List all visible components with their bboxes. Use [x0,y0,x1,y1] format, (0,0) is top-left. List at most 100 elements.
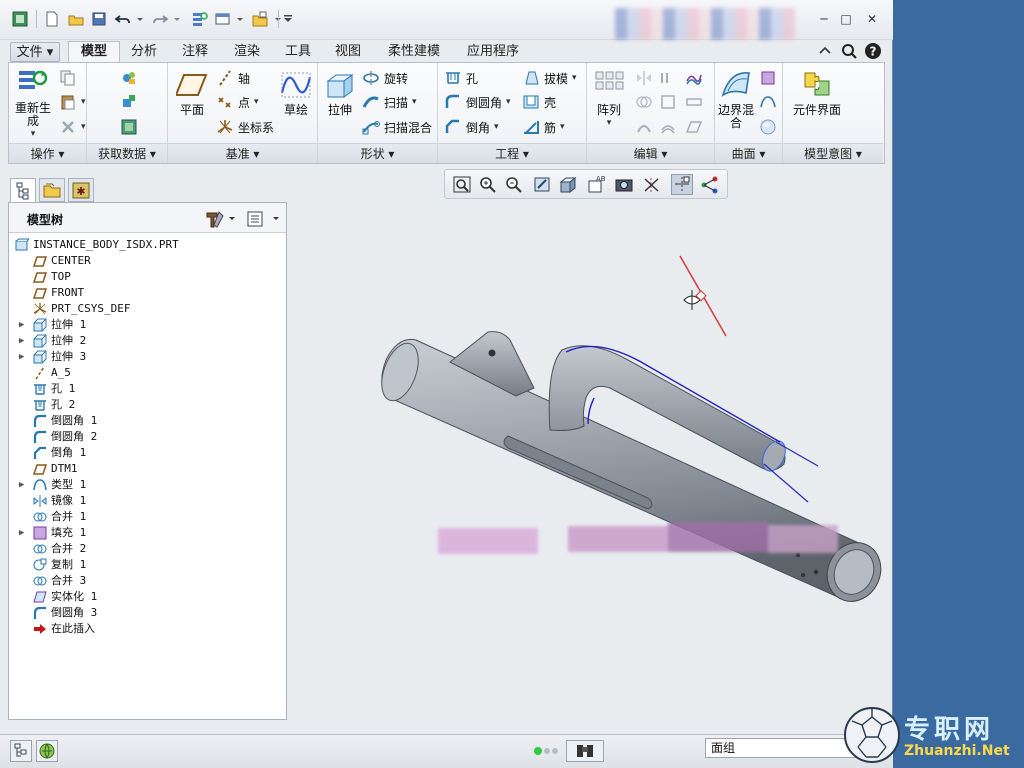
expand-arrow-icon[interactable]: ▶ [19,317,24,333]
tree-item[interactable]: 倒角 1 [9,445,279,461]
tree-item[interactable]: 倒圆角 1 [9,413,279,429]
group-title-model-intent[interactable]: 模型意图 ▾ [783,143,883,163]
extrude-button[interactable]: 拉伸 [322,71,358,117]
redo-dropdown-icon[interactable] [172,9,182,29]
group-title-operations[interactable]: 操作 ▾ [9,143,86,163]
shell-button[interactable]: 壳 [522,93,556,111]
find-icon[interactable] [566,740,604,762]
datum-display-icon[interactable] [641,174,663,195]
copy-button[interactable] [59,69,77,87]
group-title-get-data[interactable]: 获取数据 ▾ [87,143,167,163]
repaint-icon[interactable] [531,174,553,195]
group-title-datum[interactable]: 基准 ▾ [168,143,317,163]
favorites-tab-icon[interactable]: ✱ [68,178,94,202]
tree-item[interactable]: ▶ 拉伸 1 [9,317,279,333]
tree-item[interactable]: A_5 [9,365,279,381]
chamfer-button[interactable]: 倒角 ▾ [444,118,499,136]
tree-item[interactable]: 合并 1 [9,509,279,525]
tree-show-icon[interactable] [245,209,285,229]
group-title-surfaces[interactable]: 曲面 ▾ [715,143,782,163]
redo-icon[interactable] [150,9,170,29]
freestyle-button[interactable] [759,118,777,136]
axis-button[interactable]: 轴 [216,69,250,87]
tree-item[interactable]: 合并 3 [9,573,279,589]
tab-tools[interactable]: 工具 [278,42,318,62]
tree-settings-icon[interactable] [205,209,237,229]
tree-item[interactable]: 在此插入 [9,621,279,637]
maximize-button[interactable]: □ [838,11,854,27]
merge-edit-button[interactable] [635,93,653,111]
collapse-ribbon-icon[interactable] [816,42,834,60]
windows-dropdown-icon[interactable] [235,9,245,29]
tab-render[interactable]: 渲染 [226,42,268,62]
regenerate-button[interactable]: 重新生成 ▾ [13,67,53,141]
expand-arrow-icon[interactable]: ▶ [19,333,24,349]
user-defined-feature-button[interactable] [120,69,138,87]
mirror-button[interactable] [635,69,653,87]
tree-item[interactable]: TOP [9,269,279,285]
expand-arrow-icon[interactable]: ▶ [19,477,24,493]
tab-analysis[interactable]: 分析 [124,42,164,62]
undo-icon[interactable] [113,9,133,29]
tree-item[interactable]: ▶ 类型 1 [9,477,279,493]
copy-geometry-button[interactable] [120,93,138,111]
tree-item[interactable]: DTM1 [9,461,279,477]
part-model-render[interactable] [288,200,888,730]
draft-button[interactable]: 拔模 ▾ [522,69,577,87]
windows-icon[interactable] [213,9,233,29]
customize-qat-icon[interactable] [282,9,294,29]
open-folder-icon[interactable] [66,9,86,29]
extend-button[interactable] [659,93,677,111]
tree-item[interactable]: CENTER [9,253,279,269]
shrinkwrap-button[interactable] [120,118,138,136]
graphics-viewport[interactable] [288,200,888,730]
fill-surface-button[interactable] [759,69,777,87]
model-tree-tab-icon[interactable] [10,178,36,202]
round-button[interactable]: 倒圆角 ▾ [444,93,511,111]
save-icon[interactable] [89,9,109,29]
minimize-button[interactable]: ─ [816,11,832,27]
boundary-blend-button[interactable]: 边界混合 [717,69,755,130]
style-button[interactable] [759,93,777,111]
tree-root-item[interactable]: INSTANCE_BODY_ISDX.PRT [9,237,279,253]
tab-annotate[interactable]: 注释 [174,42,216,62]
tab-view[interactable]: 视图 [328,42,368,62]
swept-blend-button[interactable]: 扫描混合 [362,118,432,136]
tab-file[interactable]: 文件 ▾ [10,42,60,62]
sketch-button[interactable]: 草绘 [278,71,314,117]
tree-item[interactable]: PRT_CSYS_DEF [9,301,279,317]
tree-item[interactable]: 倒圆角 2 [9,429,279,445]
refit-icon[interactable] [451,174,473,195]
group-title-shapes[interactable]: 形状 ▾ [318,143,437,163]
display-style-icon[interactable] [557,174,579,195]
tree-item[interactable]: ▶ 拉伸 3 [9,349,279,365]
tree-item[interactable]: 镜像 1 [9,493,279,509]
tree-item[interactable]: 实体化 1 [9,589,279,605]
revolve-button[interactable]: 旋转 [362,69,408,87]
delete-button[interactable]: ▾ [59,118,86,136]
saved-views-icon[interactable]: AB [585,174,607,195]
annotation-display-icon[interactable] [699,174,721,195]
tree-item[interactable]: 合并 2 [9,541,279,557]
hole-button[interactable]: 孔 [444,69,478,87]
rib-button[interactable]: 筋 ▾ [522,118,565,136]
close-button[interactable]: ✕ [864,11,880,27]
show-navigator-icon[interactable] [10,740,32,762]
trim-button[interactable] [635,118,653,136]
regenerate-small-icon[interactable] [189,9,209,29]
tab-model[interactable]: 模型 [68,41,120,63]
pattern-button[interactable]: 阵列 ▾ [591,69,627,130]
view-manager-icon[interactable] [613,174,635,195]
search-icon[interactable] [840,42,858,60]
expand-arrow-icon[interactable]: ▶ [19,525,24,541]
tree-item[interactable]: 倒圆角 3 [9,605,279,621]
app-icon[interactable] [10,9,30,29]
sweep-button[interactable]: 扫描 ▾ [362,93,417,111]
group-title-engineering[interactable]: 工程 ▾ [438,143,586,163]
tree-item[interactable]: 孔 2 [9,397,279,413]
tab-flexible-modeling[interactable]: 柔性建模 [380,42,448,62]
csys-button[interactable]: 坐标系 [216,118,274,136]
help-icon[interactable]: ? [864,42,882,60]
tree-item[interactable]: ▶ 填充 1 [9,525,279,541]
offset-button[interactable] [659,118,677,136]
